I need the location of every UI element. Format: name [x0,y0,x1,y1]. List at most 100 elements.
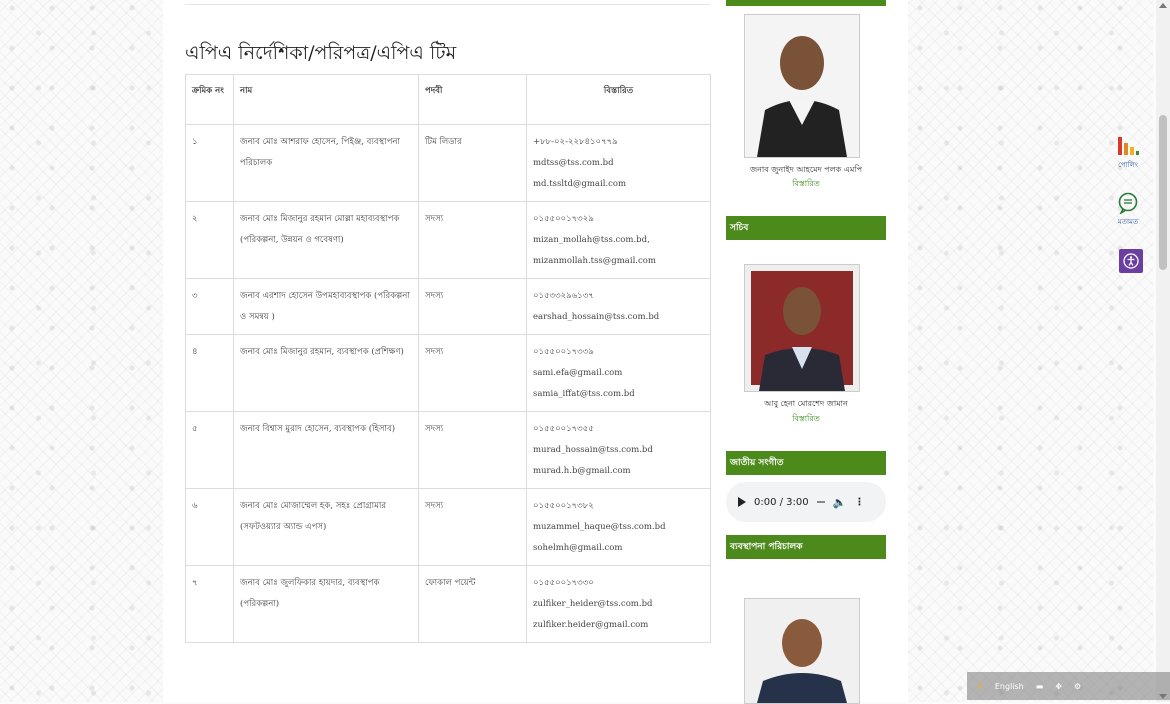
chat-bubble-icon [1118,192,1138,216]
secretary-name: আবু হেনা মোরশেদ জামান [764,399,848,408]
email-link[interactable]: murad.h.b@gmail.com [533,461,704,482]
accessibility-toolbar: ⚲ English ▬ ✥ ⚙ [967,672,1170,700]
anthem-header: জাতীয় সংগীত [726,451,886,475]
email-link[interactable]: sami.efa@gmail.com [533,363,704,384]
md-photo [744,598,860,704]
cell-serial: ২ [185,201,234,279]
polling-label: পোলিং [1118,161,1138,169]
polling-widget[interactable]: পোলিং [1110,135,1146,171]
header-details: বিস্তারিত [526,74,711,125]
page-scrollbar[interactable] [1156,0,1170,702]
table-row: ৬ জনাব মোঃ মোজাম্মেল হক, সহঃ প্রোগ্রামার… [185,488,711,566]
background-pattern-left [0,0,163,702]
table-row: ১ জনাব মোঃ আশরাফ হোসেন, পিইঞ্জ, ব্যবস্থা… [185,124,711,202]
cell-designation: সদস্য [418,201,527,279]
header-name: নাম [233,74,419,125]
cell-details: ০১৫৫০০১৭৩২৯ mizan_mollah@tss.com.bd, miz… [526,201,711,279]
opinion-label: মতামত [1117,218,1139,226]
apa-team-table: ক্রমিক নং নাম পদবী বিস্তারিত ১ জনাব মোঃ … [185,74,711,643]
table-row: ৭ জনাব মোঃ জুলফিকার হায়দার, ব্যবস্থাপক … [185,565,711,643]
cell-details: +৮৮-০২-২২৮৪১০৭৭৯ mdtss@tss.com.bd md.tss… [526,124,711,202]
secretary-header: সচিব [726,216,886,240]
opinion-widget[interactable]: মতামত [1110,192,1146,228]
email-link[interactable]: samia_iffat@tss.com.bd [533,384,704,405]
play-icon[interactable] [738,497,746,507]
settings-icon[interactable]: ⚙ [1074,682,1081,691]
table-row: ৩ জনাব এরশাদ হোসেন উপমহাব্যবস্থাপক (পরিক… [185,278,711,335]
header-serial: ক্রমিক নং [185,74,234,125]
cell-serial: ১ [185,124,234,202]
cell-serial: ৫ [185,411,234,489]
cell-name: জনাব মোঃ মিজানুর রহমান, ব্যবস্থাপক (প্রশ… [233,334,419,412]
page-title: এপিএ নির্দেশিকা/পরিপত্র/এপিএ টিম [185,41,457,64]
email-link[interactable]: md.tssltd@gmail.com [533,174,704,195]
table-row: ৪ জনাব মোঃ মিজানুর রহমান, ব্যবস্থাপক (প্… [185,334,711,412]
accessibility-button[interactable] [1119,249,1143,273]
cell-designation: ফোকাল পয়েন্ট [418,565,527,643]
email-link[interactable]: murad_hossain@tss.com.bd [533,440,704,461]
search-icon[interactable]: ⚲ [977,682,983,691]
divider [185,4,710,5]
cell-designation: সদস্য [418,411,527,489]
email-link[interactable]: sohelmh@gmail.com [533,538,704,559]
cell-details: ০১৫৫০০১৭৩৮২ muzammel_haque@tss.com.bd so… [526,488,711,566]
phone: ০১৫৩৩২৯৬১৩৭ [533,291,594,301]
email-link[interactable]: zulfiker.heider@gmail.com [533,615,704,636]
cell-name: জনাব মোঃ মিজানুর রহমান মোল্লা মহাব্যবস্থ… [233,201,419,279]
email-link[interactable]: mizan_mollah@tss.com.bd, [533,230,704,251]
volume-slider[interactable] [816,501,825,503]
more-options-icon[interactable]: ⋮ [854,497,864,508]
email-link[interactable]: earshad_hossain@tss.com.bd [533,307,704,328]
cell-details: ০১৫৫০০১৭৩৫৫ murad_hossain@tss.com.bd mur… [526,411,711,489]
background-pattern-right [908,0,1153,702]
cell-name: জনাব মোঃ মোজাম্মেল হক, সহঃ প্রোগ্রামার (… [233,488,419,566]
secretary-photo [744,264,860,392]
email-link[interactable]: zulfiker_heider@tss.com.bd [533,594,704,615]
main-page: এপিএ নির্দেশিকা/পরিপত্র/এপিএ টিম ক্রমিক … [163,0,908,704]
email-link[interactable]: mdtss@tss.com.bd [533,153,704,174]
cell-name: জনাব বিশ্বাস মুরাদ হোসেন, ব্যবস্থাপক (হি… [233,411,419,489]
cell-name: জনাব এরশাদ হোসেন উপমহাব্যবস্থাপক (পরিকল্… [233,278,419,335]
cell-details: ০১৫৩৩২৯৬১৩৭ earshad_hossain@tss.com.bd [526,278,711,335]
phone: ০১৫৫০০১৭৩৫৫ [533,424,594,434]
cell-serial: ৩ [185,278,234,335]
header-designation: পদবী [418,74,527,125]
phone: ০১৫৫০০১৭৩২৯ [533,214,594,224]
cell-name: জনাব মোঃ আশরাফ হোসেন, পিইঞ্জ, ব্যবস্থাপন… [233,124,419,202]
cell-details: ০১৫৫০০১৭৩৩৯ sami.efa@gmail.com samia_iff… [526,334,711,412]
scroll-up-arrow[interactable] [1159,3,1167,8]
table-row: ৫ জনাব বিশ্বাস মুরাদ হোসেন, ব্যবস্থাপক (… [185,411,711,489]
scroll-thumb[interactable] [1159,115,1167,270]
chart-icon [1118,137,1139,155]
audio-player[interactable]: 0:00 / 3:00 🔈 ⋮ [726,482,886,522]
accessibility-icon [1123,253,1139,269]
minus-icon[interactable]: ▬ [1036,682,1044,691]
phone: +৮৮-০২-২২৮৪১০৭৭৯ [533,137,618,147]
phone: ০১৫৫০০১৭৩৩০ [533,578,594,588]
phone: ০১৫৫০০১৭৩৩৯ [533,347,594,357]
cell-designation: সদস্য [418,278,527,335]
cell-serial: ৪ [185,334,234,412]
cell-designation: টিম লিডার [418,124,527,202]
minister-name: জনাব জুনাইদ আহমেদ পলক এমপি [749,165,863,174]
audio-time: 0:00 / 3:00 [754,496,809,508]
cell-details: ০১৫৫০০১৭৩৩০ zulfiker_heider@tss.com.bd z… [526,565,711,643]
minister-photo [744,14,860,158]
phone: ০১৫৫০০১৭৩৮২ [533,501,594,511]
volume-icon[interactable]: 🔈 [833,496,847,509]
cell-serial: ৭ [185,565,234,643]
cell-designation: সদস্য [418,334,527,412]
email-link[interactable]: muzammel_haque@tss.com.bd [533,517,704,538]
email-link[interactable]: mizanmollah.tss@gmail.com [533,251,704,272]
language-toggle[interactable]: English [995,682,1024,691]
minister-details-link[interactable]: বিস্তারিত [726,178,886,191]
secretary-details-link[interactable]: বিস্তারিত [726,413,886,426]
font-size-icon[interactable]: ✥ [1055,682,1062,691]
table-header-row: ক্রমিক নং নাম পদবী বিস্তারিত [185,74,711,125]
cell-designation: সদস্য [418,488,527,566]
cell-name: জনাব মোঃ জুলফিকার হায়দার, ব্যবস্থাপক (প… [233,565,419,643]
table-row: ২ জনাব মোঃ মিজানুর রহমান মোল্লা মহাব্যবস… [185,201,711,279]
cell-serial: ৬ [185,488,234,566]
sidebar-top-bar [726,0,886,6]
md-header: ব্যবস্থাপনা পরিচালক [726,535,886,559]
